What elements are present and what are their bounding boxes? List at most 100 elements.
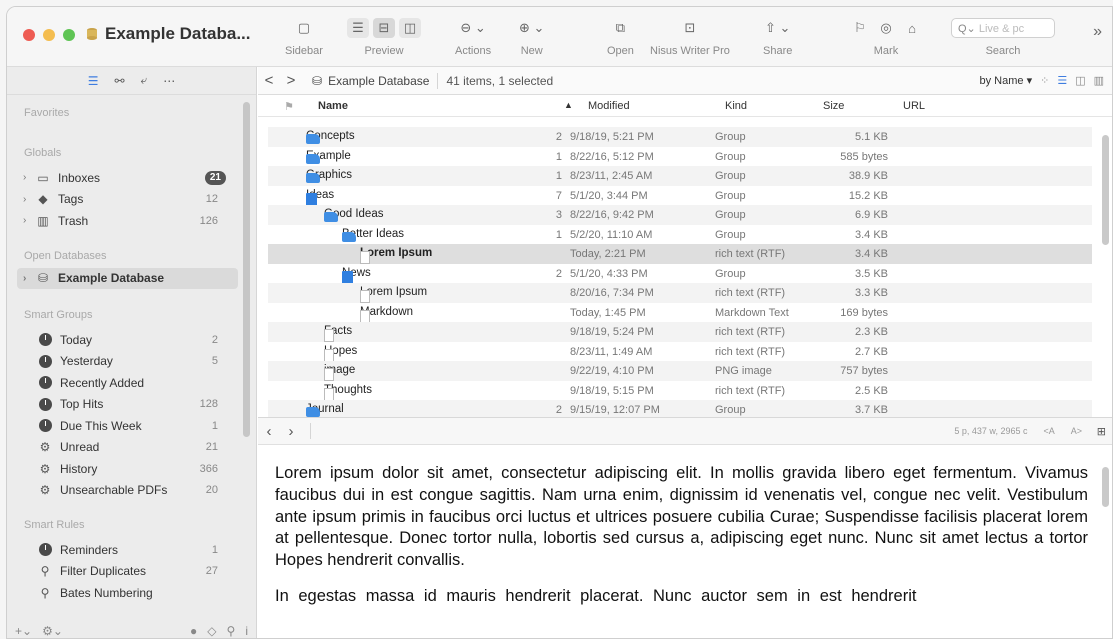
new-group[interactable]: ⊕ ⌄ New — [519, 17, 544, 57]
table-row[interactable]: ⌄Better Ideas 1 5/2/20, 11:10 AM Group 3.4 K… — [268, 225, 1092, 245]
table-row[interactable]: Facts 9/18/19, 5:24 PM rich text (RTF) 2.3 … — [268, 322, 1092, 342]
table-row[interactable]: Lorem Ipsum Today, 2:21 PM rich text (RTF)… — [268, 244, 1092, 264]
open-icon[interactable]: ⧉ — [609, 18, 631, 38]
column-view-icon[interactable]: ◫ — [1075, 74, 1085, 87]
toolbar-overflow-button[interactable]: » — [1093, 23, 1102, 41]
chevron-right-icon[interactable]: › — [23, 172, 35, 183]
nisus-group[interactable]: ⊡ Nisus Writer Pro — [650, 17, 730, 57]
preview-none-icon[interactable]: ☰ — [347, 18, 369, 38]
preview-forward-button[interactable]: › — [280, 423, 302, 440]
unread-icon[interactable]: ◎ — [875, 18, 897, 38]
table-row[interactable]: Lorem Ipsum 8/20/16, 7:34 PM rich text (RT… — [268, 283, 1092, 303]
table-row[interactable]: ⌄Good Ideas 3 8/22/16, 9:42 PM Group 6.9 KB — [268, 205, 1092, 225]
name-column-header[interactable]: Name — [318, 100, 348, 112]
sidebar-item-reminders[interactable]: Reminders 1 — [7, 539, 256, 561]
table-row[interactable]: ⌄News 2 5/1/20, 4:33 PM Group 3.5 KB — [268, 264, 1092, 284]
list-view-icon[interactable]: ☰ — [88, 74, 99, 88]
info-icon[interactable]: i — [245, 624, 248, 638]
more-icon[interactable]: ⋯ — [163, 74, 175, 88]
icon-view-icon[interactable]: ⁘ — [1040, 74, 1049, 87]
activity-icon[interactable]: ● — [190, 624, 197, 638]
search-input[interactable]: Q⌄ Live & pc — [951, 18, 1055, 38]
share-icon[interactable]: ⇧ ⌄ — [765, 18, 790, 38]
gear-icon[interactable]: ⚙⌄ — [42, 624, 63, 638]
share-group[interactable]: ⇧ ⌄ Share — [763, 17, 792, 57]
sidebar-item-filter-duplicates[interactable]: ⚲ Filter Duplicates 27 — [7, 561, 256, 583]
sidebar-item-unsearchable-pdfs[interactable]: ⚙ Unsearchable PDFs 20 — [7, 480, 256, 502]
tags-view-icon[interactable]: ⚯ — [114, 74, 124, 88]
size-column-header[interactable]: Size — [823, 100, 844, 112]
table-row[interactable]: Markdown Today, 1:45 PM Markdown Text 169 b… — [268, 303, 1092, 323]
row-kind-cell: Group — [715, 228, 746, 241]
sidebar-item-due-this-week[interactable]: Due This Week 1 — [7, 415, 256, 437]
modified-column-header[interactable]: Modified — [588, 100, 630, 112]
table-row[interactable]: image 9/22/19, 4:10 PM PNG image 757 bytes — [268, 361, 1092, 381]
sidebar-scrollbar[interactable] — [243, 102, 250, 437]
sort-ascending-icon: ▲ — [564, 100, 573, 110]
sidebar-icon[interactable]: ▢ — [293, 18, 315, 38]
sidebar-item-today[interactable]: Today 2 — [7, 329, 256, 351]
list-view-icon[interactable]: ☰ — [1057, 74, 1067, 87]
document-icon — [324, 329, 334, 342]
sidebar-item-top-hits[interactable]: Top Hits 128 — [7, 394, 256, 416]
split-view-icon[interactable]: ▥ — [1094, 74, 1104, 87]
chevron-right-icon[interactable]: › — [23, 194, 35, 205]
gear-icon: ⚙ — [39, 440, 51, 455]
chevron-right-icon[interactable]: › — [23, 273, 35, 284]
add-icon[interactable]: +⌄ — [15, 624, 32, 638]
sidebar-item-example-database[interactable]: › ⛁ Example Database — [17, 267, 238, 289]
document-info-icon[interactable]: ⊞ — [1097, 425, 1106, 438]
sidebar-item-unread[interactable]: ⚙ Unread 21 — [7, 437, 256, 459]
sidebar-item-tags[interactable]: › ◆ Tags 12 — [7, 189, 256, 211]
nisus-writer-icon[interactable]: ⊡ — [679, 18, 701, 38]
table-row[interactable]: ›Graphics 1 8/23/11, 2:45 AM Group 38.9 KB — [268, 166, 1092, 186]
row-kind-cell: Group — [715, 267, 746, 280]
table-row[interactable]: ›Concepts 2 9/18/19, 5:21 PM Group 5.1 KB — [268, 127, 1092, 147]
zoom-window-button[interactable] — [63, 29, 75, 41]
document-text[interactable]: Lorem ipsum dolor sit amet, consectetur … — [258, 445, 1112, 638]
list-scrollbar[interactable] — [1102, 135, 1109, 245]
pin-icon[interactable]: ⚲ — [227, 624, 236, 638]
lock-icon[interactable]: ⌂ — [901, 18, 923, 38]
table-row[interactable]: ⌄Ideas 7 5/1/20, 3:44 PM Group 15.2 KB — [268, 186, 1092, 206]
minimize-window-button[interactable] — [43, 29, 55, 41]
table-row[interactable]: ›Example 1 8/22/16, 5:12 PM Group 585 bytes — [268, 147, 1092, 167]
flag-column-icon[interactable]: ⚑ — [284, 100, 294, 113]
sidebar-toggle-group[interactable]: ▢ Sidebar — [285, 17, 323, 57]
sidebar-item-inboxes[interactable]: › ▭ Inboxes 21 — [7, 167, 256, 189]
sidebar-item-yesterday[interactable]: Yesterday 5 — [7, 351, 256, 373]
text-smaller-button[interactable]: <A — [1043, 426, 1054, 436]
table-row[interactable]: Thoughts 9/18/19, 5:15 PM rich text (RTF) 2… — [268, 381, 1092, 401]
actions-icon[interactable]: ⊖ ⌄ — [460, 18, 485, 38]
flag-icon[interactable]: ⚐ — [849, 18, 871, 38]
kind-column-header[interactable]: Kind — [725, 100, 747, 112]
text-scrollbar[interactable] — [1102, 467, 1109, 507]
preview-info: 5 p, 437 w, 2965 c <A A> — [954, 426, 1082, 436]
back-button[interactable]: < — [258, 72, 280, 89]
actions-group[interactable]: ⊖ ⌄ Actions — [455, 17, 491, 57]
row-kind-cell: rich text (RTF) — [715, 287, 786, 299]
tag-icon[interactable]: ◇ — [207, 624, 216, 638]
sidebar-item-history[interactable]: ⚙ History 366 — [7, 458, 256, 480]
preview-below-icon[interactable]: ⊟ — [373, 18, 395, 38]
mark-group[interactable]: ⚐ ◎ ⌂ Mark — [849, 17, 923, 57]
close-window-button[interactable] — [23, 29, 35, 41]
sidebar-item-label: Top Hits — [60, 397, 104, 412]
sort-popup[interactable]: by Name ▾ — [979, 74, 1032, 87]
chevron-right-icon[interactable]: › — [23, 215, 35, 226]
preview-toggle-group[interactable]: ☰ ⊟ ◫ Preview — [347, 17, 421, 57]
breadcrumb[interactable]: Example Database — [328, 74, 429, 88]
sidebar-item-bates-numbering[interactable]: ⚲ Bates Numbering — [7, 582, 256, 604]
sidebar-item-trash[interactable]: › ▥ Trash 126 — [7, 210, 256, 232]
preview-back-button[interactable]: ‹ — [258, 423, 280, 440]
row-size-cell: 5.1 KB — [854, 131, 888, 143]
url-column-header[interactable]: URL — [903, 100, 925, 112]
forward-button[interactable]: > — [280, 72, 302, 89]
new-icon[interactable]: ⊕ ⌄ — [519, 18, 544, 38]
table-row[interactable]: Hopes 8/23/11, 1:49 AM rich text (RTF) 2.7 … — [268, 342, 1092, 362]
import-icon[interactable]: ⤶ — [141, 73, 148, 88]
sidebar-item-recently-added[interactable]: Recently Added — [7, 372, 256, 394]
text-larger-button[interactable]: A> — [1071, 426, 1082, 436]
open-group[interactable]: ⧉ Open — [607, 17, 634, 57]
preview-right-icon[interactable]: ◫ — [399, 18, 421, 38]
